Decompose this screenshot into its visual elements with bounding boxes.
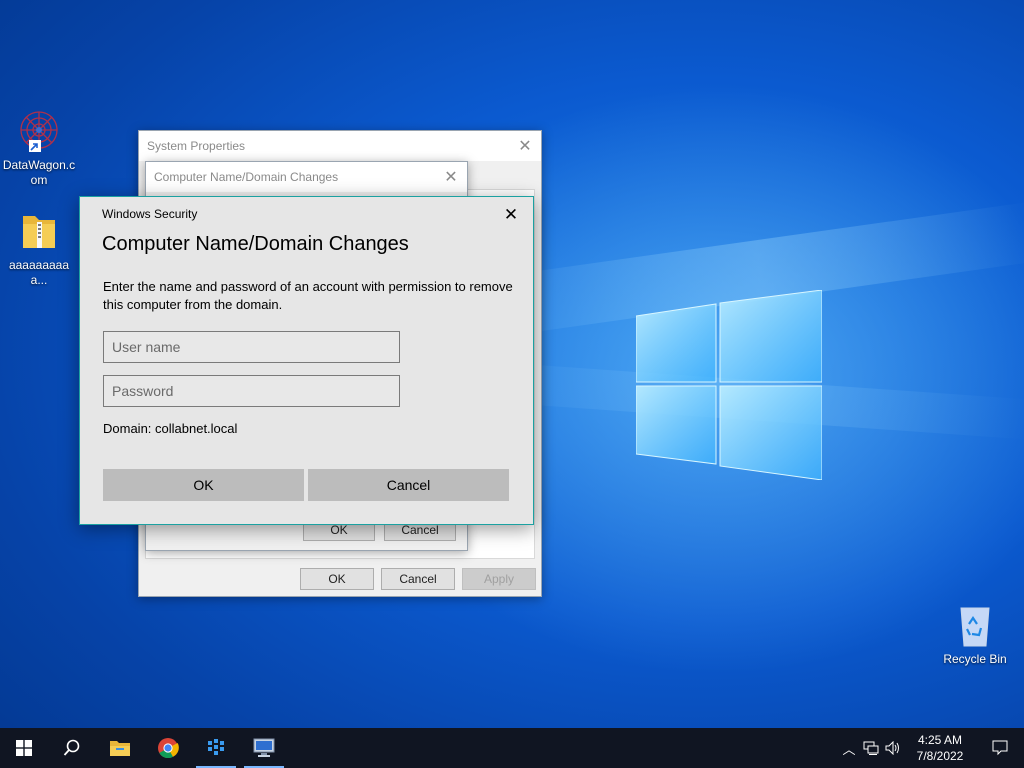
window-title: System Properties <box>147 139 246 153</box>
desktop-icon-zip-folder[interactable]: aaaaaaaaaa... <box>1 208 77 288</box>
dialog-description: Enter the name and password of an accoun… <box>103 279 513 312</box>
remote-desktop-icon[interactable] <box>240 728 288 768</box>
clock-time: 4:25 AM <box>917 733 963 747</box>
cancel-button[interactable]: Cancel <box>381 568 455 590</box>
username-input[interactable] <box>103 331 400 363</box>
dialog-heading: Computer Name/Domain Changes <box>102 233 409 255</box>
windows-logo-wallpaper <box>636 290 822 480</box>
folder-zip-icon <box>15 208 63 256</box>
close-icon[interactable]: ✕ <box>509 131 541 161</box>
desktop-icon-datawagon[interactable]: DataWagon.com <box>1 108 77 188</box>
window-title: Computer Name/Domain Changes <box>154 170 339 184</box>
close-icon[interactable]: ✕ <box>497 203 525 227</box>
volume-icon[interactable] <box>882 728 904 768</box>
system-properties-titlebar[interactable]: System Properties <box>139 131 541 161</box>
network-icon[interactable] <box>860 728 882 768</box>
recycle-bin-icon <box>951 602 999 650</box>
chrome-icon[interactable] <box>144 728 192 768</box>
start-icon[interactable] <box>0 728 48 768</box>
windows-security-dialog: Windows Security ✕ Computer Name/Domain … <box>79 196 534 525</box>
datawagon-shortcut-icon <box>15 108 63 156</box>
clock[interactable]: 4:25 AM 7/8/2022 <box>904 732 976 764</box>
domain-label: Domain: collabnet.local <box>103 421 238 436</box>
clock-date: 7/8/2022 <box>916 749 964 763</box>
taskbar: ︿ 4:25 AM 7/8/2022 <box>0 728 1024 768</box>
desktop-icon-label: Recycle Bin <box>943 652 1007 666</box>
ok-button[interactable]: OK <box>300 568 374 590</box>
datawagon-app-icon[interactable] <box>192 728 240 768</box>
file-explorer-icon[interactable] <box>96 728 144 768</box>
name-changes-titlebar[interactable]: Computer Name/Domain Changes <box>146 162 467 192</box>
apply-button[interactable]: Apply <box>462 568 536 590</box>
system-tray: ︿ 4:25 AM 7/8/2022 <box>838 728 1024 768</box>
dialog-title: Windows Security <box>102 207 198 221</box>
chevron-up-icon[interactable]: ︿ <box>838 728 860 768</box>
desktop-icon-label: DataWagon.com <box>2 158 76 187</box>
cancel-button[interactable]: Cancel <box>308 469 509 501</box>
close-icon[interactable]: ✕ <box>435 162 467 192</box>
desktop-icon-recycle-bin[interactable]: Recycle Bin <box>937 602 1013 667</box>
search-icon[interactable] <box>48 728 96 768</box>
ok-button[interactable]: OK <box>103 469 304 501</box>
desktop-icon-label: aaaaaaaaaa... <box>8 258 70 287</box>
notifications-icon[interactable] <box>976 728 1024 768</box>
password-input[interactable] <box>103 375 400 407</box>
